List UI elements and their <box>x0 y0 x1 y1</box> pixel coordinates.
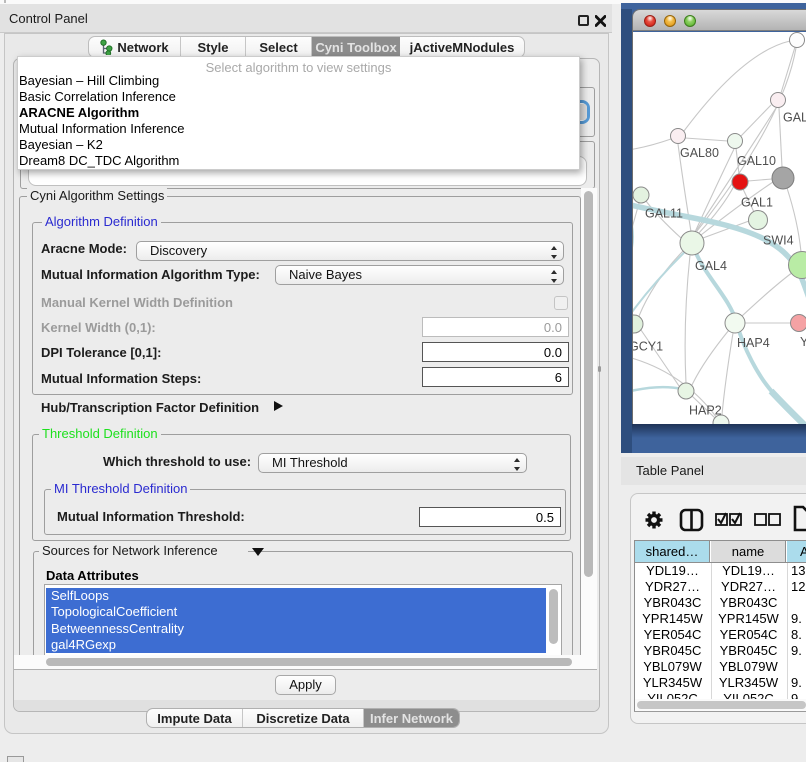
svg-text:GCY1: GCY1 <box>633 340 663 354</box>
svg-text:GAL80: GAL80 <box>680 146 719 160</box>
svg-text:GAL4: GAL4 <box>695 259 727 273</box>
svg-text:HAP2: HAP2 <box>689 403 722 417</box>
svg-text:GAL10: GAL10 <box>737 154 776 168</box>
svg-text:Y: Y <box>800 335 806 349</box>
svg-text:GAL2: GAL2 <box>783 111 806 125</box>
svg-text:GAL11: GAL11 <box>645 207 683 221</box>
svg-text:SWI4: SWI4 <box>763 234 794 248</box>
svg-text:HAP4: HAP4 <box>737 336 770 350</box>
svg-text:GAL1: GAL1 <box>741 196 773 210</box>
